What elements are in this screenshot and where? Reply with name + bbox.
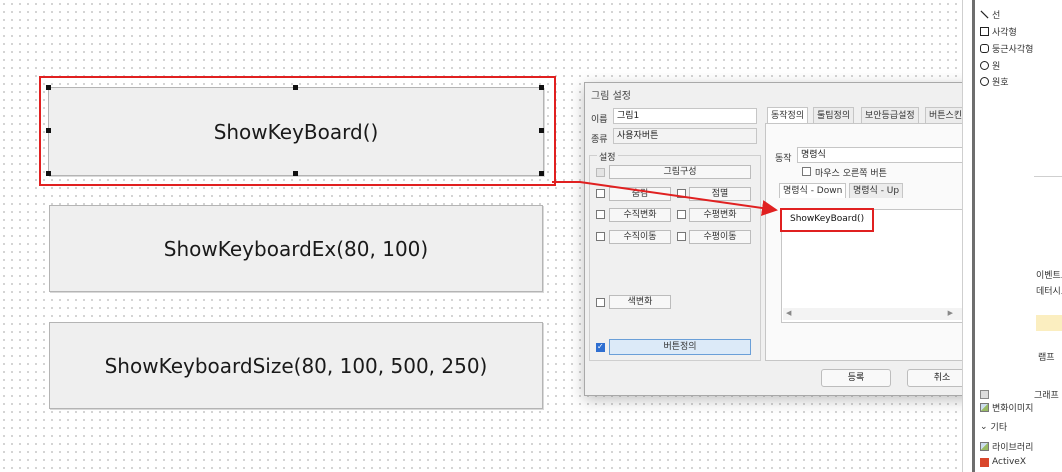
tab-action-def[interactable]: 동작정의 (767, 107, 809, 123)
subtab-command-up[interactable]: 명령식 - Up (849, 183, 904, 198)
palette-item-line[interactable]: 선 (980, 8, 1000, 21)
subtab-command-down[interactable]: 명령식 - Down (779, 183, 847, 198)
palette-item-library[interactable]: 라이브러리 (980, 440, 1033, 453)
rounded-rect-tool-icon (980, 44, 989, 53)
button-def-checkbox[interactable] (596, 342, 605, 352)
register-button[interactable]: 등록 (821, 369, 891, 387)
vmove-button[interactable]: 수직이동 (609, 230, 671, 244)
palette-item-arc[interactable]: 원호 (980, 75, 1009, 88)
activex-icon (980, 457, 989, 467)
scroll-right-icon: ▶ (947, 309, 953, 317)
command-text-highlight: ShowKeyBoard() (780, 208, 874, 232)
hidden-button[interactable]: 숨김 (609, 187, 671, 201)
palette-partial-4: 그래프 (1034, 391, 1059, 401)
palette-item-change-image[interactable]: 변화이미지 (980, 401, 1033, 414)
horizontal-scrollbar[interactable]: ◀ ▶ (783, 308, 963, 320)
resize-handle-tr[interactable] (539, 85, 544, 90)
hchange-button[interactable]: 수평변화 (689, 208, 751, 222)
hmove-checkbox[interactable] (677, 232, 686, 241)
vchange-button[interactable]: 수직변화 (609, 208, 671, 222)
scroll-left-icon: ◀ (786, 309, 792, 317)
showkeyboardsize-button[interactable]: ShowKeyboardSize(80, 100, 500, 250) (49, 322, 543, 409)
circle-tool-icon (980, 61, 989, 70)
palette-item-label: 원 (992, 62, 1001, 72)
showkeyboardex-label: ShowKeyboardEx(80, 100) (163, 236, 429, 261)
palette-small-icon (980, 390, 989, 399)
image-icon (980, 403, 989, 412)
right-button-label: 마우스 오른쪽 버튼 (815, 169, 887, 179)
resize-handle-br[interactable] (539, 171, 544, 176)
action-label: 동작 (775, 154, 792, 164)
palette-item-label: 선 (992, 11, 1001, 21)
button-def-button[interactable]: 버튼정의 (609, 339, 751, 355)
palette-section-label: 기타 (990, 423, 1008, 433)
settings-group (589, 155, 761, 361)
right-button-checkbox[interactable] (802, 167, 811, 176)
palette-splitter[interactable] (972, 0, 975, 472)
rectangle-tool-icon (980, 27, 989, 36)
palette-item-label: 사각형 (992, 28, 1017, 38)
palette-item-label: 변화이미지 (992, 404, 1034, 414)
blink-checkbox[interactable] (677, 189, 686, 198)
action-select-value: 명령식 (801, 150, 826, 160)
palette-item-rounded-rect[interactable]: 둥근사각형 (980, 42, 1033, 55)
tab-security-level[interactable]: 보안등급설정 (861, 107, 919, 123)
resize-handle-ml[interactable] (46, 128, 51, 133)
showkeyboardsize-label: ShowKeyboardSize(80, 100, 500, 250) (104, 353, 488, 378)
compose-checkbox (596, 168, 605, 177)
type-label: 종류 (591, 135, 608, 145)
resize-handle-bl[interactable] (46, 171, 51, 176)
vmove-checkbox[interactable] (596, 232, 605, 241)
hidden-checkbox[interactable] (596, 189, 605, 198)
selection-highlight-outline (39, 76, 556, 186)
compose-button[interactable]: 그림구성 (609, 165, 751, 179)
palette-item-label: ActiveX (992, 457, 1027, 467)
palette-item-label: 원호 (992, 78, 1009, 88)
settings-label: 설정 (597, 150, 618, 163)
palette-item-activex[interactable]: ActiveX (980, 457, 1026, 467)
palette-partial-3: 램프 (1038, 353, 1055, 363)
chevron-down-icon: ⌄ (980, 421, 988, 432)
name-label: 이름 (591, 115, 608, 125)
tab-tooltip-def[interactable]: 툴팁정의 (813, 107, 855, 123)
vchange-checkbox[interactable] (596, 210, 605, 219)
palette-item-rect[interactable]: 사각형 (980, 25, 1017, 38)
resize-handle-bc[interactable] (293, 171, 298, 176)
palette-item-label: 라이브러리 (992, 443, 1034, 453)
library-icon (980, 442, 989, 451)
color-button[interactable]: 색변화 (609, 295, 671, 309)
palette-partial-1: 이벤트트 (1036, 271, 1062, 281)
palette-item-label: 둥근사각형 (992, 45, 1034, 55)
palette-selected-strip (1036, 315, 1062, 331)
palette-section-etc[interactable]: ⌄ 기타 (980, 420, 1008, 434)
showkeyboardex-button[interactable]: ShowKeyboardEx(80, 100) (49, 205, 543, 292)
hchange-checkbox[interactable] (677, 210, 686, 219)
type-field: 사용자버튼 (613, 128, 757, 144)
line-tool-icon (980, 10, 989, 19)
palette-divider (1034, 176, 1062, 177)
resize-handle-tc[interactable] (293, 85, 298, 90)
hmove-button[interactable]: 수평이동 (689, 230, 751, 244)
name-field[interactable]: 그림1 (613, 108, 757, 124)
blink-button[interactable]: 점멸 (689, 187, 751, 201)
resize-handle-mr[interactable] (539, 128, 544, 133)
palette-partial-2: 데터시트 (1036, 287, 1062, 297)
resize-handle-tl[interactable] (46, 85, 51, 90)
palette-item-circle[interactable]: 원 (980, 59, 1000, 72)
color-checkbox[interactable] (596, 298, 605, 307)
arc-tool-icon (980, 77, 989, 86)
dialog-title: 그림 설정 (591, 91, 631, 102)
command-text: ShowKeyBoard() (790, 214, 865, 224)
tab-button-skin[interactable]: 버튼스킨 (925, 107, 967, 123)
